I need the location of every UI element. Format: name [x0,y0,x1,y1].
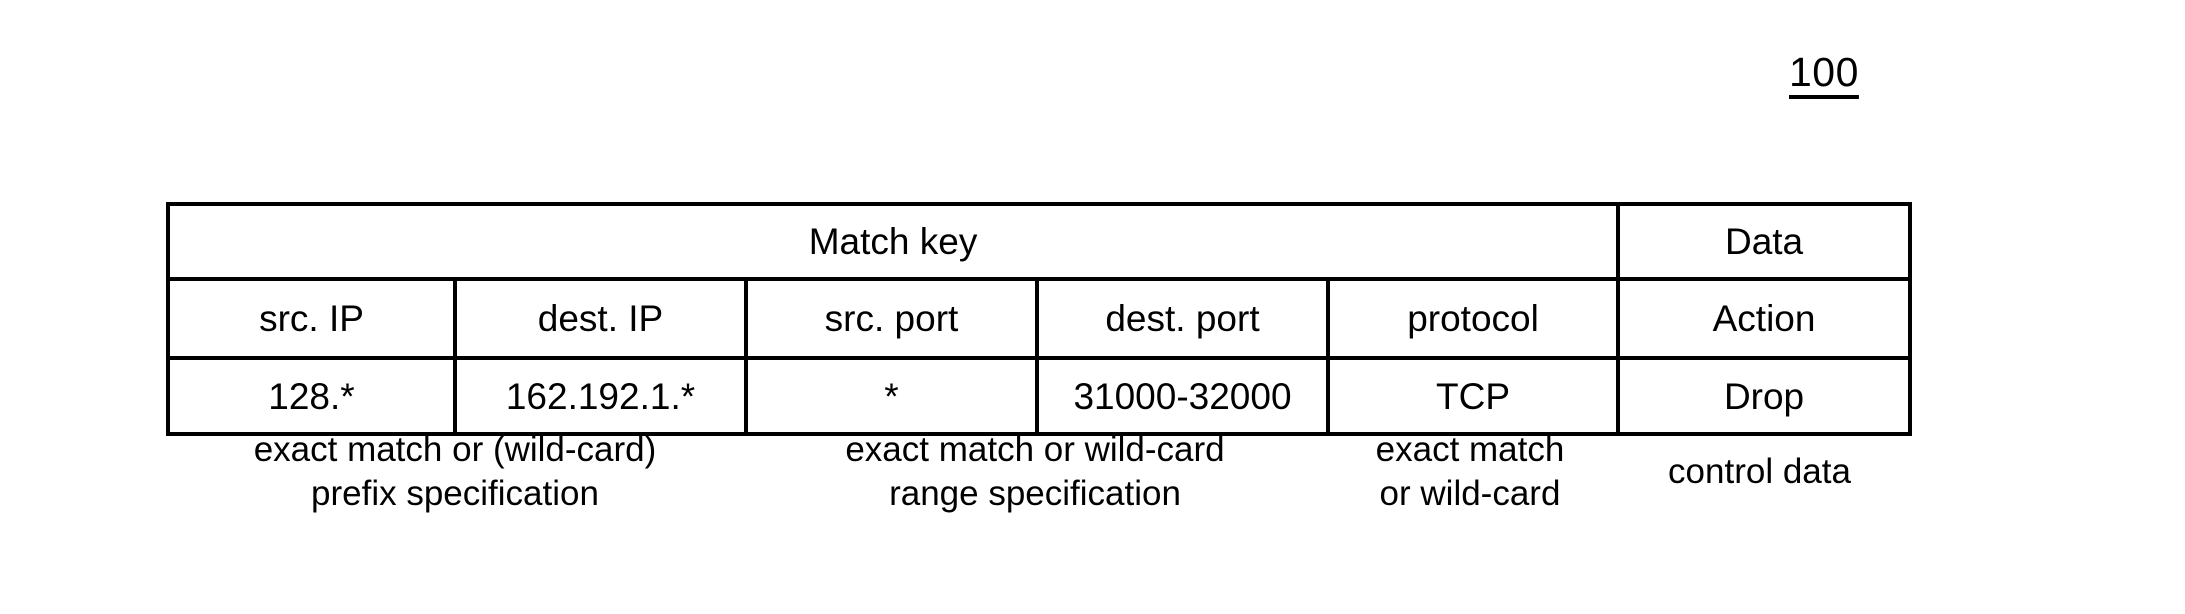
cell-dest-ip: 162.192.1.* [453,356,748,436]
caption-ip-columns: exact match or (wild-card) prefix specif… [166,428,744,516]
column-header-protocol: protocol [1325,277,1621,360]
flow-rule-table: Match key Data src. IP dest. IP src. por… [165,202,1913,436]
cell-src-port: * [744,356,1039,436]
cell-protocol: TCP [1325,356,1621,436]
table-column-header-row: src. IP dest. IP src. port dest. port pr… [166,277,1913,360]
column-header-dest-port: dest. port [1035,277,1330,360]
column-header-src-port: src. port [744,277,1039,360]
table-row: 128.* 162.192.1.* * 31000-32000 TCP Drop [166,356,1913,436]
group-header-data: Data [1616,202,1913,281]
figure-number-label: 100 [1789,49,1859,95]
caption-ip-line-2: prefix specification [311,474,599,513]
caption-ip-line-1: exact match or (wild-card) [253,430,657,469]
column-header-action: Action [1616,277,1913,360]
cell-src-ip: 128.* [166,356,457,436]
column-header-dest-ip: dest. IP [453,277,748,360]
cell-dest-port: 31000-32000 [1035,356,1330,436]
table-group-header-row: Match key Data [165,202,1913,281]
caption-port-columns: exact match or wild-card range specifica… [744,428,1326,516]
caption-action-column: control data [1614,450,1905,494]
caption-protocol-line-1: exact match [1375,430,1565,469]
table-captions: exact match or (wild-card) prefix specif… [166,428,1905,528]
group-header-match-key: Match key [165,202,1621,281]
caption-action-line-1: control data [1668,452,1851,491]
caption-port-line-1: exact match or wild-card [845,430,1225,469]
caption-protocol-line-2: or wild-card [1379,474,1561,513]
column-header-src-ip: src. IP [166,277,457,360]
cell-action: Drop [1616,356,1913,436]
caption-protocol-column: exact match or wild-card [1326,428,1614,516]
caption-port-line-2: range specification [889,474,1181,513]
